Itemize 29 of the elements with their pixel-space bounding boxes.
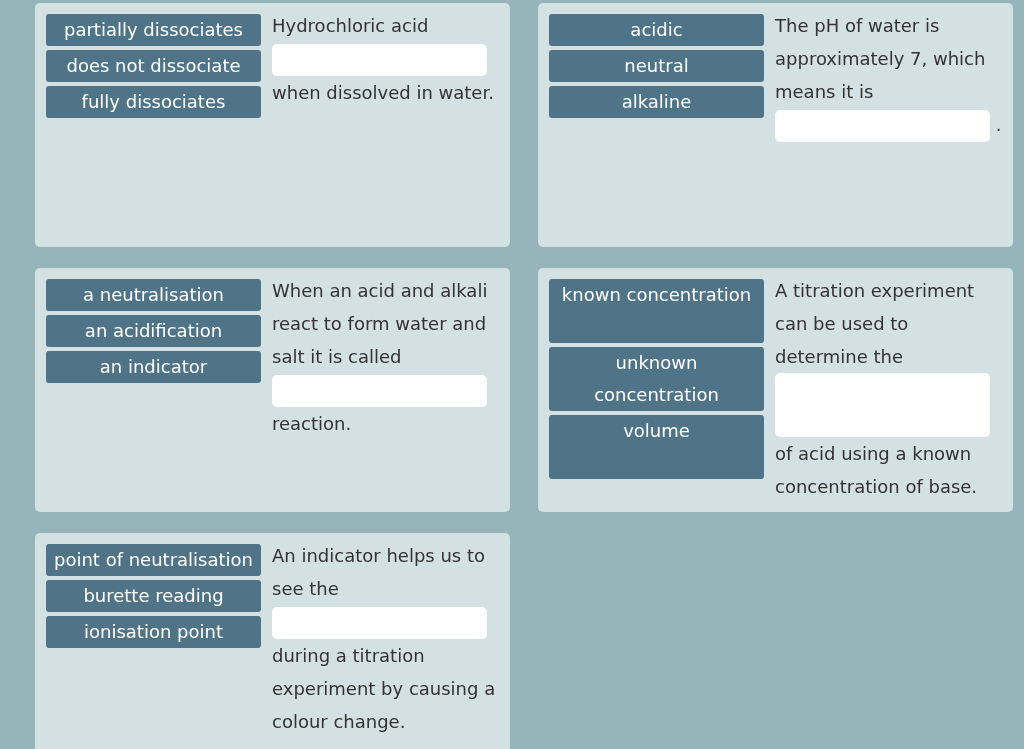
question-text: . [995, 114, 1002, 135]
answer-option[interactable]: fully dissociates [46, 86, 261, 118]
answer-option[interactable]: alkaline [549, 86, 764, 118]
answer-option[interactable]: an acidification [46, 315, 261, 347]
answer-blank[interactable] [272, 375, 487, 407]
question-text: An indicator helps us to see the [272, 545, 485, 599]
question-text: When an acid and alkali react to form water and salt it is called [272, 280, 488, 367]
question-text: The pH of water is approximately 7, which means it is [775, 15, 986, 102]
question-text: Hydrochloric acid [272, 15, 429, 36]
answer-option[interactable]: a neutralisation [46, 279, 261, 311]
question-text: when dissolved in water. [272, 82, 494, 103]
answer-option[interactable]: burette reading [46, 580, 261, 612]
answer-blank[interactable] [775, 373, 990, 437]
question-text: reaction. [272, 413, 352, 434]
answer-option[interactable]: neutral [549, 50, 764, 82]
answer-option[interactable]: known concentration [549, 279, 764, 343]
answer-option[interactable]: does not dissociate [46, 50, 261, 82]
answer-option[interactable]: point of neutralisation [46, 544, 261, 576]
answer-option[interactable]: ionisation point [46, 616, 261, 648]
question-text: A titration experiment can be used to determine the [775, 280, 975, 367]
answer-option[interactable]: partially dissociates [46, 14, 261, 46]
answer-blank[interactable] [272, 44, 487, 76]
answer-blank[interactable] [775, 110, 990, 142]
question-text: during a titration experiment by causing a colour change. [272, 645, 496, 732]
answer-option[interactable]: an indicator [46, 351, 261, 383]
answer-option[interactable]: acidic [549, 14, 764, 46]
answer-option[interactable]: volume [549, 415, 764, 479]
question-text: of acid using a known concentration of base. [775, 443, 978, 497]
answer-blank[interactable] [272, 607, 487, 639]
